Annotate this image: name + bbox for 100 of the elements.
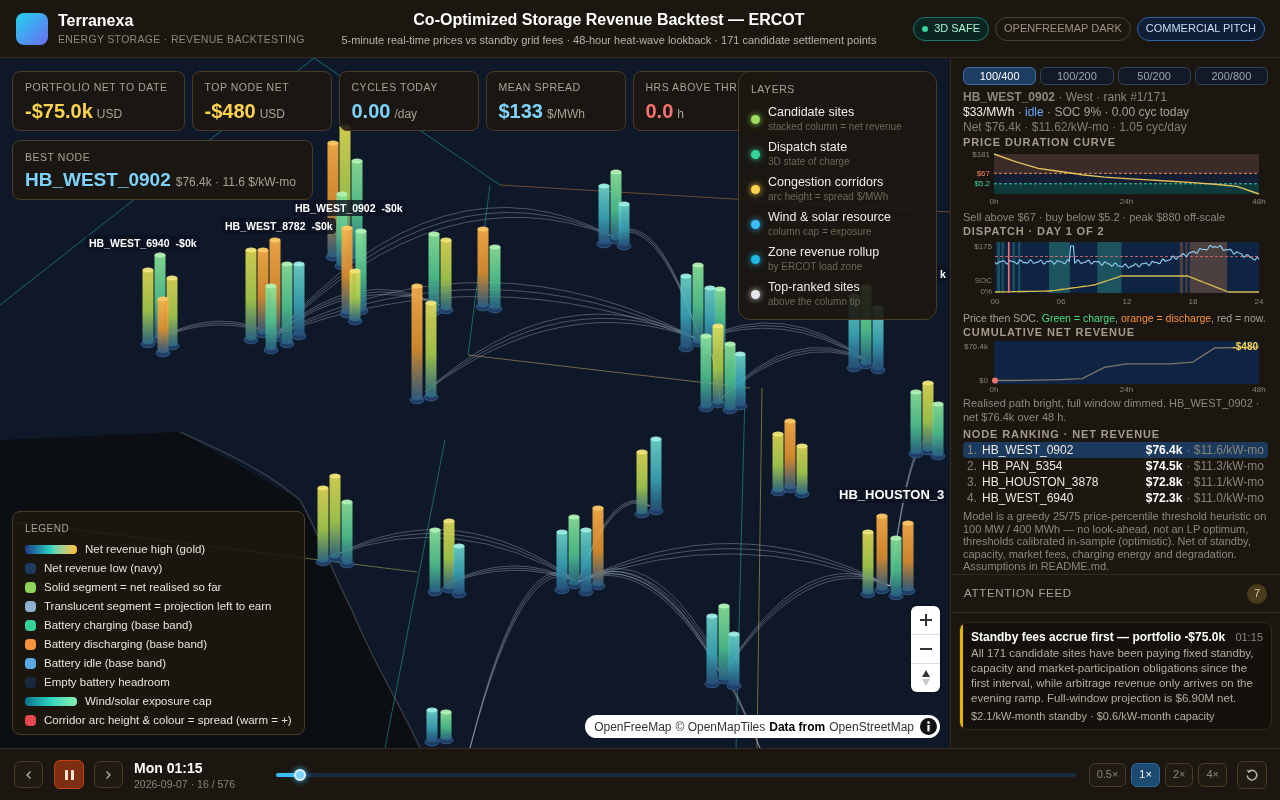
layer-dot-icon[interactable] xyxy=(751,185,760,194)
map-canvas[interactable] xyxy=(0,58,950,748)
ranking-row[interactable]: 2. HB_PAN_5354 $74.5k · $11.3/kW-mo xyxy=(963,458,1268,474)
current-value-label: -$480 xyxy=(1232,341,1258,353)
site-column-cluster[interactable] xyxy=(770,418,810,499)
kpi-value: 0.00 xyxy=(351,99,391,123)
layer-name[interactable]: Zone revenue rollup xyxy=(768,245,880,260)
axis-label: 24h xyxy=(1119,196,1134,205)
axis-label: $181 xyxy=(972,149,990,159)
playback-time: Mon 01:15 xyxy=(134,758,204,777)
site-column-cluster[interactable] xyxy=(315,473,355,569)
legend-label: Net revenue low (navy) xyxy=(44,560,163,576)
size-tab[interactable]: 50/200 xyxy=(1117,67,1191,85)
ranking-row[interactable]: 1. HB_WEST_0902 $76.4k · $11.6/kW-mo xyxy=(963,442,1268,458)
zoom-in-button[interactable] xyxy=(911,606,940,635)
node-heading: HB_WEST_0902 · West · rank #1/171 xyxy=(963,90,1168,105)
kpi-label: TOP NODE NET xyxy=(204,80,291,94)
axis-label: 48h xyxy=(1252,196,1266,205)
node-name: HB_PAN_5354 xyxy=(982,458,1064,475)
attribution-link[interactable]: OpenStreetMap xyxy=(829,717,914,736)
attribution-link[interactable]: © OpenMapTiles xyxy=(675,717,766,736)
site-column-cluster[interactable] xyxy=(424,707,454,747)
kpi-label: CYCLES TODAY xyxy=(351,80,439,94)
rank-number: 4. xyxy=(967,490,978,507)
ranking-row[interactable]: 4. HB_WEST_6940 $72.3k · $11.0/kW-mo xyxy=(963,490,1268,506)
size-tab[interactable]: 100/200 xyxy=(1040,67,1114,85)
gradient-ramp-icon xyxy=(25,697,77,706)
site-column-cluster[interactable] xyxy=(243,237,307,355)
section-heading: DISPATCH · DAY 1 OF 2 xyxy=(963,224,1106,238)
layer-name[interactable]: Candidate sites xyxy=(768,105,902,120)
layer-dot-icon[interactable] xyxy=(751,115,760,124)
layer-name[interactable]: Congestion corridors xyxy=(768,175,889,190)
site-column-cluster[interactable] xyxy=(634,436,664,519)
pause-icon xyxy=(64,769,74,780)
brand-name: Terranexa xyxy=(58,10,135,31)
layer-hint: above the column tip xyxy=(768,295,861,309)
layer-name[interactable]: Wind & solar resource xyxy=(768,210,891,225)
layer-name[interactable]: Dispatch state xyxy=(768,140,850,155)
legend-label: Solid segment = net realised so far xyxy=(44,579,222,595)
axis-label: $5.2 xyxy=(974,179,990,189)
previous-button[interactable] xyxy=(14,761,43,788)
header-toggle[interactable]: OPENFREEMAP DARK xyxy=(995,16,1131,41)
layer-dot-icon[interactable] xyxy=(751,220,760,229)
speed-button[interactable]: 4× xyxy=(1198,762,1227,787)
layer-name[interactable]: Top-ranked sites xyxy=(768,280,861,295)
circular-arrow-icon xyxy=(1246,768,1258,781)
legend-label: Battery idle (base band) xyxy=(44,655,167,671)
kpi-value: $133 xyxy=(498,99,543,123)
site-column-cluster[interactable] xyxy=(698,323,748,415)
timeline-thumb[interactable] xyxy=(294,768,306,781)
axis-label: $175 xyxy=(974,241,992,251)
site-column-cluster[interactable] xyxy=(554,505,606,597)
kpi-value: -$75.0k xyxy=(25,99,93,123)
chart-caption: Price then SOC. Green = charge, orange = discharge, red = now. xyxy=(963,311,1267,325)
speed-button[interactable]: 0.5× xyxy=(1088,762,1127,787)
header-toggle[interactable]: COMMERCIAL PITCH xyxy=(1136,16,1265,41)
node-status-line: $33/MWh · idle · SOC 9% · 0.00 cyc today xyxy=(963,105,1191,120)
site-column-cluster[interactable] xyxy=(908,380,946,461)
site-column-cluster[interactable] xyxy=(140,252,180,358)
kpi-unit: $/MWh xyxy=(547,106,585,123)
legend-label: Battery charging (base band) xyxy=(44,617,193,633)
site-column-cluster[interactable] xyxy=(596,169,632,251)
chevron-right-icon xyxy=(106,770,111,779)
timeline-track[interactable] xyxy=(276,768,1076,781)
site-column-cluster[interactable] xyxy=(860,513,916,601)
header-toggle[interactable]: 3D SAFE xyxy=(913,16,989,41)
site-column-cluster[interactable] xyxy=(475,226,503,314)
pause-button[interactable] xyxy=(54,760,84,789)
axis-label: $0 xyxy=(979,376,988,385)
axis-label: 00 xyxy=(990,296,1000,306)
attribution-link[interactable]: OpenFreeMap xyxy=(594,717,672,736)
alert-time: 01:15 xyxy=(1235,630,1263,645)
layer-dot-icon[interactable] xyxy=(751,150,760,159)
chevron-left-icon xyxy=(26,770,31,779)
site-column-cluster[interactable] xyxy=(427,518,467,599)
site-label: HB_WEST_6940 -$0k xyxy=(86,235,200,251)
info-icon[interactable] xyxy=(920,718,937,735)
zoom-out-button[interactable] xyxy=(911,635,940,664)
logo-icon xyxy=(16,12,48,45)
layer-dot-icon[interactable] xyxy=(751,255,760,264)
gradient-ramp-icon xyxy=(25,545,77,554)
kpi-value: 0.0 xyxy=(645,99,674,123)
reset-button[interactable] xyxy=(1237,760,1267,789)
ranking-row[interactable]: 3. HB_HOUSTON_3878 $72.8k · $11.1/kW-mo xyxy=(963,474,1268,490)
layer-dot-icon[interactable] xyxy=(751,290,760,299)
site-column-cluster[interactable] xyxy=(409,283,439,405)
reset-north-button[interactable] xyxy=(911,664,940,692)
site-column-cluster[interactable] xyxy=(339,225,369,326)
size-tab[interactable]: 200/800 xyxy=(1194,67,1268,85)
layer-hint: by ERCOT load zone xyxy=(768,260,864,274)
site-column-cluster[interactable] xyxy=(704,603,742,691)
layer-hint: column cap = exposure xyxy=(768,225,873,239)
speed-button[interactable]: 1× xyxy=(1131,762,1160,787)
size-tab[interactable]: 100/400 xyxy=(963,67,1037,85)
net-revenue: $72.8k xyxy=(1145,474,1183,491)
kpi-label: MEAN SPREAD xyxy=(498,80,582,94)
next-button[interactable] xyxy=(94,761,123,788)
axis-label: 06 xyxy=(1056,296,1066,306)
speed-button[interactable]: 2× xyxy=(1164,762,1194,787)
site-column-cluster[interactable] xyxy=(426,231,454,317)
